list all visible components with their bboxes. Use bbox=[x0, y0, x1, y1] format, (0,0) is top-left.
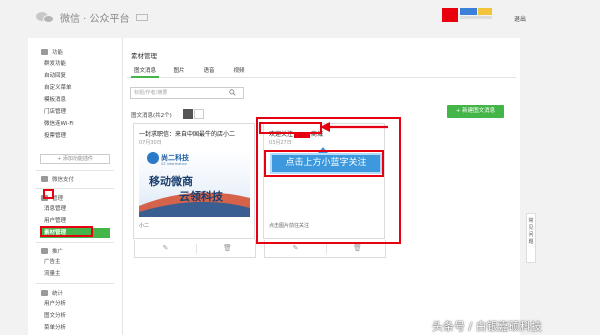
annotation-box-manage bbox=[43, 189, 54, 199]
article-cover-image: 尚二科技 SZ Information 移动微商 云领科技 bbox=[139, 150, 250, 217]
tab-voice[interactable]: 语音 bbox=[199, 65, 219, 78]
annotation-arrow bbox=[320, 122, 388, 132]
sidebar-item-auto-reply[interactable]: 自动回复 bbox=[40, 71, 110, 81]
logo-text: 微信 · 公众平台 bbox=[60, 14, 130, 25]
sidebar-section-promotion: 推广 bbox=[41, 246, 63, 255]
cover-line-1: 移动微商 bbox=[149, 174, 193, 188]
list-count-label: 图文消息(共2个) bbox=[131, 113, 172, 119]
sidebar-item-menu-analysis[interactable]: 菜单分析 bbox=[40, 323, 110, 333]
sidebar-item-article-analysis[interactable]: 图文分析 bbox=[40, 311, 110, 321]
logout-link[interactable]: 退出 bbox=[514, 14, 526, 23]
delete-icon[interactable]: 🗑 bbox=[353, 244, 362, 253]
divider bbox=[36, 283, 114, 284]
annotation-box-card bbox=[256, 117, 401, 244]
list-view-icon[interactable] bbox=[194, 109, 204, 119]
cover-graphic: 尚二科技 SZ Information 移动微商 云领科技 bbox=[139, 152, 250, 217]
search-input[interactable]: 标题/作者/摘要 bbox=[130, 87, 244, 99]
tab-images[interactable]: 图片 bbox=[169, 65, 189, 78]
delete-icon[interactable]: 🗑 bbox=[223, 244, 232, 253]
grid-view-icon[interactable] bbox=[183, 109, 193, 119]
search-icon[interactable] bbox=[229, 89, 236, 96]
new-article-button[interactable]: + 新建图文消息 bbox=[447, 105, 504, 118]
sidebar: 功能 群发功能 自动回复 自定义菜单 模板消息 门店管理 微信连Wi-Fi 投票… bbox=[28, 38, 123, 335]
sidebar-section-function: 功能 bbox=[41, 47, 63, 56]
sidebar-item-custom-menu[interactable]: 自定义菜单 bbox=[40, 83, 110, 93]
divider bbox=[326, 244, 327, 254]
tab-video[interactable]: 视频 bbox=[229, 65, 249, 78]
top-bar: 微信 · 公众平台 退出 bbox=[0, 0, 600, 38]
sidebar-section-title: 微信支付 bbox=[52, 176, 75, 183]
divider bbox=[36, 170, 114, 171]
tab-bar: 图文消息 图片 语音 视频 bbox=[127, 65, 516, 78]
sidebar-item-template-msg[interactable]: 模板消息 bbox=[40, 95, 110, 105]
annotation-box-banner bbox=[264, 150, 384, 177]
cover-brand: 尚二科技 bbox=[161, 153, 190, 162]
sidebar-item-store[interactable]: 门店管理 bbox=[40, 107, 110, 117]
sidebar-item-mass-send[interactable]: 群发功能 bbox=[40, 59, 110, 69]
sidebar-section-pay[interactable]: 微信支付 bbox=[41, 174, 74, 183]
cover-brand-en: SZ Information bbox=[161, 162, 187, 166]
sidebar-item-user-analysis[interactable]: 用户分析 bbox=[40, 299, 110, 309]
add-plugin-button[interactable]: + 添加功能插件 bbox=[40, 154, 110, 164]
tab-articles[interactable]: 图文消息 bbox=[131, 65, 159, 78]
annotation-box-materials bbox=[40, 226, 93, 237]
card-actions: ✎ 🗑 bbox=[134, 240, 256, 258]
wechat-logo-icon bbox=[36, 11, 56, 24]
article-desc: 小二 bbox=[139, 223, 150, 229]
watermark: 头条号 / 白银嘉硕科技 bbox=[432, 320, 542, 333]
view-toggle bbox=[183, 109, 204, 119]
divider bbox=[196, 244, 197, 254]
sidebar-section-title: 推广 bbox=[52, 248, 64, 255]
chart-icon bbox=[41, 289, 48, 296]
sidebar-item-publisher[interactable]: 流量主 bbox=[40, 269, 110, 279]
article-title: 一封求职信：来自中国最牛的店小二 bbox=[139, 131, 236, 138]
sidebar-section-title: 功能 bbox=[52, 49, 64, 56]
account-name[interactable] bbox=[460, 8, 477, 15]
sidebar-section-title: 统计 bbox=[52, 290, 64, 297]
sidebar-item-advertiser[interactable]: 广告主 bbox=[40, 257, 110, 267]
function-icon bbox=[41, 48, 48, 55]
wechat-logo[interactable]: 微信 · 公众平台 bbox=[36, 10, 148, 25]
divider bbox=[36, 242, 114, 243]
sidebar-item-messages[interactable]: 消息管理 bbox=[40, 204, 110, 214]
edit-icon[interactable]: ✎ bbox=[291, 244, 300, 253]
sidebar-item-vote[interactable]: 投票管理 bbox=[40, 131, 110, 141]
logo-badge bbox=[135, 14, 148, 21]
sidebar-item-wifi[interactable]: 微信连Wi-Fi bbox=[40, 119, 110, 129]
sidebar-item-users[interactable]: 用户管理 bbox=[40, 216, 110, 226]
faq-float-button[interactable]: 常见问题 bbox=[526, 213, 536, 263]
account-tag bbox=[478, 8, 492, 15]
page-title: 素材管理 bbox=[131, 52, 157, 60]
account-subtitle bbox=[460, 16, 492, 19]
megaphone-icon bbox=[41, 247, 48, 254]
brand-mark-icon bbox=[147, 152, 159, 164]
article-card[interactable]: 一封求职信：来自中国最牛的店小二 07月30日 尚二科技 SZ Informat… bbox=[133, 123, 256, 258]
sidebar-section-stats: 统计 bbox=[41, 288, 63, 297]
annotation-box-title bbox=[259, 122, 322, 134]
edit-icon[interactable]: ✎ bbox=[161, 244, 170, 253]
article-date: 07月30日 bbox=[139, 140, 162, 146]
cover-line-2: 云领科技 bbox=[179, 189, 224, 203]
account-avatar[interactable] bbox=[442, 8, 458, 22]
wallet-icon bbox=[41, 175, 48, 182]
